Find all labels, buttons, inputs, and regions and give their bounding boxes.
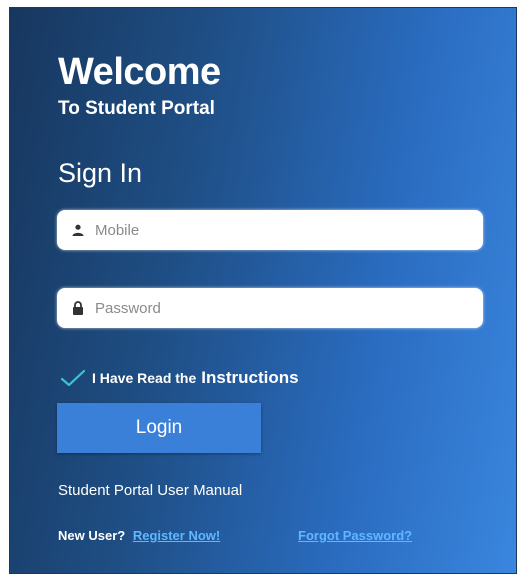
sign-in-title: Sign In [58,158,143,188]
login-panel: Welcome To Student Portal Sign In I Have… [9,7,517,574]
new-user-label: New User? [58,528,126,543]
user-manual-link[interactable]: Student Portal User Manual [58,482,242,499]
user-icon [71,222,85,238]
mobile-field[interactable] [57,210,483,250]
lock-icon [71,300,85,316]
password-field[interactable] [57,288,483,328]
instructions-link[interactable]: Instructions [201,368,298,388]
login-button[interactable]: Login [57,403,261,453]
forgot-password-link[interactable]: Forgot Password? [298,528,412,543]
mobile-input[interactable] [95,221,455,239]
welcome-subtitle: To Student Portal [58,98,215,119]
account-links: New User? Register Now! Forgot Password? [58,528,478,543]
checkmark-icon[interactable] [60,368,86,388]
instructions-checkbox[interactable]: I Have Read the Instructions [60,368,299,388]
welcome-heading: Welcome [58,51,221,93]
instructions-label: I Have Read the [92,370,197,386]
register-link[interactable]: Register Now! [133,528,220,543]
password-input[interactable] [95,299,455,317]
